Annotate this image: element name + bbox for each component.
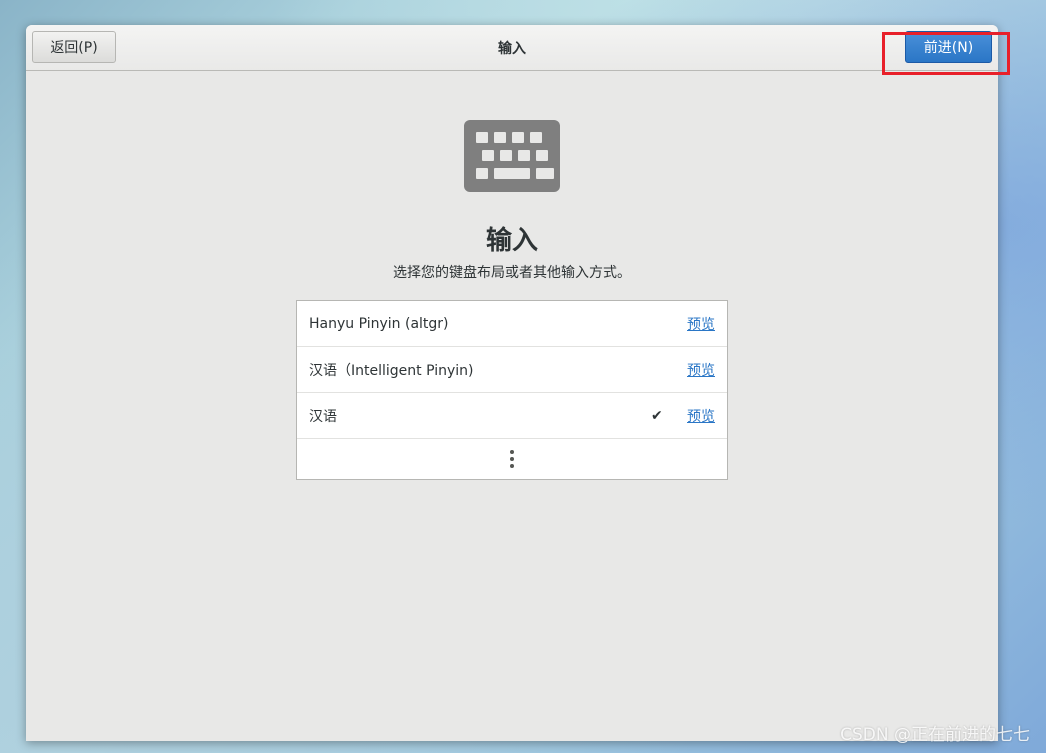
input-source-list: Hanyu Pinyin (altgr) 预览 汉语（Intelligent P…	[296, 300, 728, 480]
keyboard-icon	[464, 120, 560, 192]
more-input-sources-button[interactable]	[297, 439, 727, 479]
input-source-label: 汉语（Intelligent Pinyin)	[309, 362, 474, 379]
page-title: 输入	[485, 226, 538, 256]
header-bar: 返回(P) 输入 前进(N)	[26, 25, 998, 71]
input-source-row-selected[interactable]: 汉语 ✔ 预览	[297, 393, 727, 439]
next-button[interactable]: 前进(N)	[905, 31, 992, 63]
input-source-row[interactable]: 汉语（Intelligent Pinyin) 预览	[297, 347, 727, 393]
page-subtitle: 选择您的键盘布局或者其他输入方式。	[393, 265, 631, 281]
checkmark-icon: ✔	[651, 407, 663, 424]
vertical-ellipsis-icon	[510, 450, 514, 468]
preview-link[interactable]: 预览	[687, 406, 715, 426]
input-source-row[interactable]: Hanyu Pinyin (altgr) 预览	[297, 301, 727, 347]
watermark: CSDN @正在前进的七七	[840, 725, 1030, 745]
input-source-label: 汉语	[309, 408, 337, 425]
window-title: 输入	[498, 41, 526, 57]
setup-window: 返回(P) 输入 前进(N) 输入 选择您的键盘布局或者其他输入方式。 Hany…	[26, 25, 998, 741]
input-source-label: Hanyu Pinyin (altgr)	[309, 315, 449, 332]
preview-link[interactable]: 预览	[687, 360, 715, 380]
preview-link[interactable]: 预览	[687, 314, 715, 334]
